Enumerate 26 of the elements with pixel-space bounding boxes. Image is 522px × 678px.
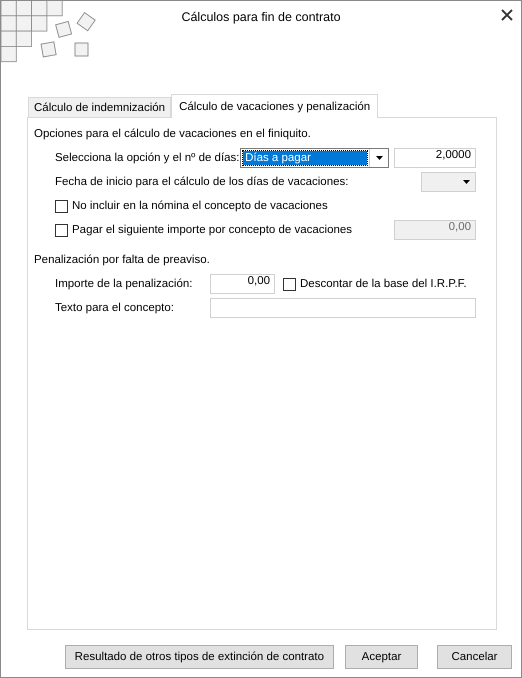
option-dropdown[interactable]: Días a pagar <box>240 148 390 168</box>
result-button[interactable]: Resultado de otros tipos de extinción de contrato <box>64 645 334 669</box>
checkbox[interactable] <box>55 200 68 212</box>
close-icon[interactable] <box>501 9 513 21</box>
section-heading: Opciones para el cálculo de vacaciones en el finiquito. <box>34 128 312 140</box>
field-label: Importe de la penalización: <box>55 278 194 290</box>
cancel-button[interactable]: Cancelar <box>437 645 512 669</box>
checkbox-label[interactable]: Descontar de la base del I.R.P.F. <box>300 278 467 290</box>
field-label: Fecha de inicio para el cálculo de los días de vacaciones: <box>55 176 348 188</box>
input-field[interactable]: 2,0000 <box>394 148 476 168</box>
input-field[interactable]: 0,00 <box>210 274 275 294</box>
input-field[interactable] <box>210 298 476 318</box>
caret-icon <box>462 180 470 184</box>
tab[interactable]: Cálculo de vacaciones y penalización <box>171 94 378 118</box>
field-label: Selecciona la opción y el nº de días: <box>55 152 240 164</box>
checkbox-label[interactable]: Pagar el siguiente importe por concepto de vacaciones <box>72 224 352 236</box>
dropdown-value: Días a pagar <box>243 151 368 165</box>
checkbox[interactable] <box>55 224 68 236</box>
accept-button[interactable]: Aceptar <box>345 645 418 669</box>
tab[interactable]: Cálculo de indemnización <box>28 97 172 117</box>
field-label: Texto para el concepto: <box>55 302 175 314</box>
window-title: Cálculos para fin de contrato <box>181 10 341 24</box>
section-heading: Penalización por falta de preaviso. <box>34 254 211 266</box>
checkbox[interactable] <box>283 278 296 290</box>
checkbox-label[interactable]: No incluir en la nómina el concepto de vacaciones <box>72 200 328 212</box>
caret-icon <box>376 156 383 160</box>
